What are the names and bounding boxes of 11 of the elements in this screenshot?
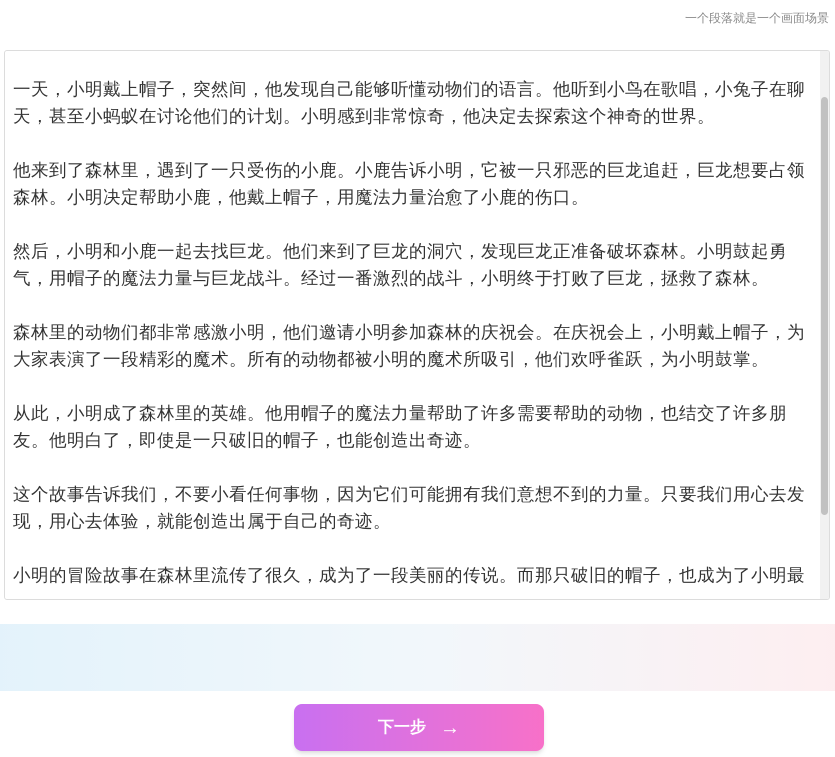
story-paragraph: 小明的冒险故事在森林里流传了很久，成为了一段美丽的传说。而那只破旧的帽子，也成为了小明最 (13, 564, 806, 587)
story-paragraph: 然后，小明和小鹿一起去找巨龙。他们来到了巨龙的洞穴，发现巨龙正准备破坏森林。小明鼓起勇气，用帽子的魔法力量与巨龙战斗。经过一番激烈的战斗，小明终于打败了巨龙，拯救了森林。 (13, 240, 788, 290)
story-paragraph: 森林里的动物们都非常感激小明，他们邀请小明参加森林的庆祝会。在庆祝会上，小明戴上帽子，为大家表演了一段精彩的魔术。所有的动物都被小明的魔术所吸引，他们欢呼雀跃，为小明鼓掌。 (13, 321, 806, 371)
story-paragraph: 一天，小明戴上帽子，突然间，他发现自己能够听懂动物们的语言。他听到小鸟在歌唱，小兔子在聊天，甚至小蚂蚁在讨论他们的计划。小明感到非常惊奇，他决定去探索这个神奇的世界。 (13, 78, 806, 128)
story-text-area[interactable] (4, 50, 830, 600)
scrollbar-thumb[interactable] (821, 97, 828, 515)
story-paragraph: 这个故事告诉我们，不要小看任何事物，因为它们可能拥有我们意想不到的力量。只要我们用心去发现，用心去体验，就能创造出属于自己的奇迹。 (13, 483, 806, 533)
story-paragraph: 从此，小明成了森林里的英雄。他用帽子的魔法力量帮助了许多需要帮助的动物，也结交了许多朋友。他明白了，即使是一只破旧的帽子，也能创造出奇迹。 (13, 402, 788, 452)
hint-text: 一个段落就是一个画面场景 (685, 10, 829, 27)
next-button[interactable]: 下一步 → (294, 704, 544, 751)
story-paragraph: 他来到了森林里，遇到了一只受伤的小鹿。小鹿告诉小明，它被一只邪恶的巨龙追赶，巨龙想要占领森林。小明决定帮助小鹿，他戴上帽子，用魔法力量治愈了小鹿的伤口。 (13, 159, 806, 209)
